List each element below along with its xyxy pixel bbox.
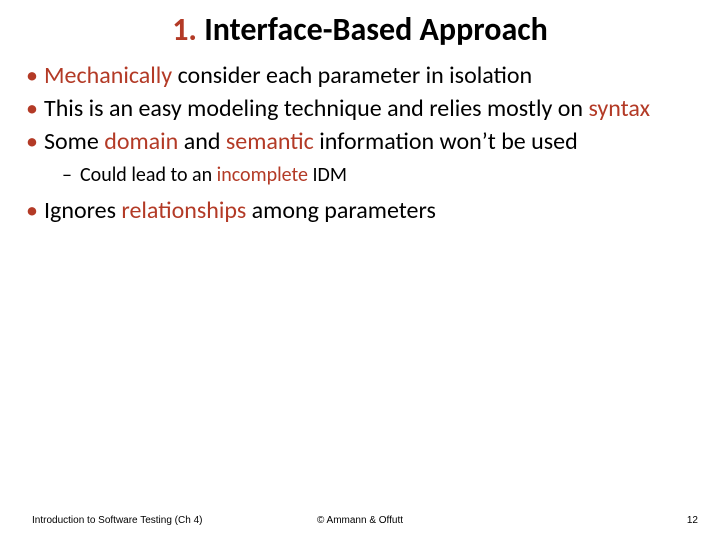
list-item: Ignores relationships among parameters — [22, 196, 698, 225]
title-number: 1. — [172, 10, 197, 49]
text: Could lead to an — [80, 163, 217, 187]
text: among parameters — [246, 196, 436, 225]
slide-body: Mechanically consider each parameter in … — [0, 49, 720, 225]
slide: 1. Interface-Based Approach Mechanically… — [0, 0, 720, 540]
list-item: Could lead to an incomplete IDM — [62, 163, 698, 188]
list-item: Some domain and semantic information won… — [22, 127, 698, 187]
text: Some — [44, 127, 104, 156]
text: consider each parameter in isolation — [172, 61, 532, 90]
title-text: Interface-Based Approach — [197, 10, 548, 49]
slide-title: 1. Interface-Based Approach — [0, 0, 720, 49]
bullet-list: Mechanically consider each parameter in … — [22, 61, 698, 225]
highlight: relationships — [121, 196, 246, 225]
list-item: Mechanically consider each parameter in … — [22, 61, 698, 90]
highlight: Mechanically — [44, 61, 172, 90]
text: information won’t be used — [314, 127, 578, 156]
highlight: domain — [104, 127, 178, 156]
highlight: incomplete — [217, 163, 308, 187]
footer-center: © Ammann & Offutt — [317, 515, 403, 526]
text: IDM — [308, 163, 347, 187]
highlight: semantic — [226, 127, 314, 156]
sub-list: Could lead to an incomplete IDM — [44, 163, 698, 188]
list-item: This is an easy modeling technique and r… — [22, 94, 698, 123]
text: This is an easy modeling technique and r… — [44, 94, 588, 123]
text: and — [178, 127, 226, 156]
footer-page-number: 12 — [687, 515, 698, 526]
text: Ignores — [44, 196, 121, 225]
footer-left: Introduction to Software Testing (Ch 4) — [32, 515, 202, 526]
highlight: syntax — [588, 94, 650, 123]
